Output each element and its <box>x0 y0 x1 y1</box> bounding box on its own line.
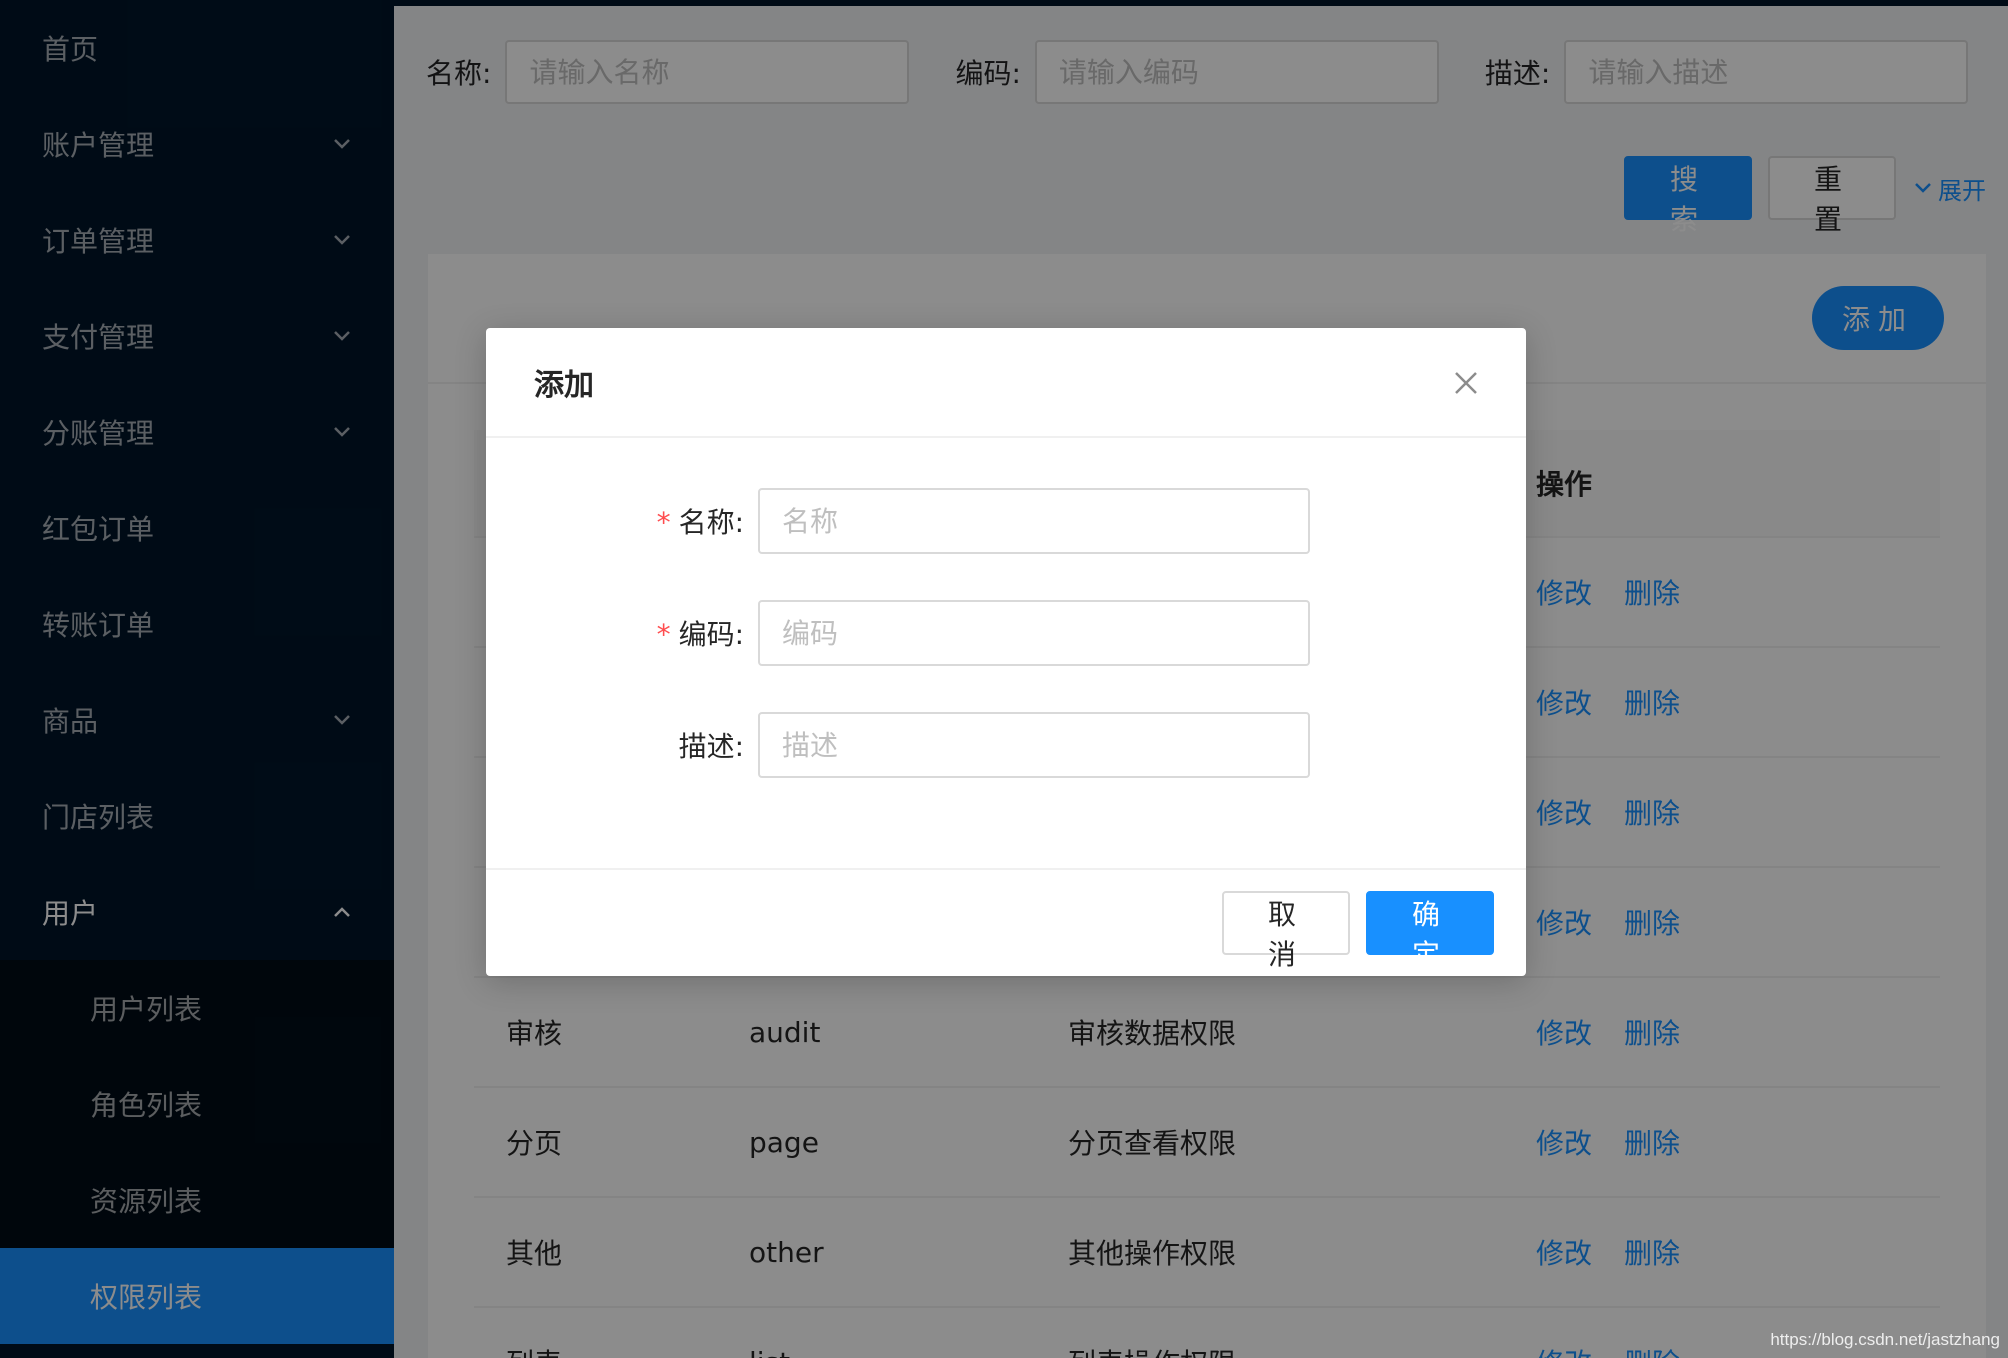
add-modal: 添加 *名称: *编码: 描述: 取消 确定 <box>486 328 1526 976</box>
ok-button[interactable]: 确定 <box>1366 891 1494 971</box>
modal-title: 添加 <box>534 368 594 403</box>
desc-field[interactable] <box>758 712 1310 778</box>
modal-body: *名称: *编码: 描述: <box>486 438 1526 868</box>
required-mark: * <box>656 506 671 539</box>
form-name-label: * 名称: <box>486 501 758 541</box>
form-code-label: * 编码: <box>486 613 758 653</box>
watermark-text: https://blog.csdn.net/jastzhang <box>1770 1330 2000 1349</box>
name-field[interactable] <box>758 488 1310 554</box>
app-root: 首页 账户管理 订单管理 支付管理 分账管理 红包订单 转账订单 商品 门店列表… <box>0 0 2008 1358</box>
form-row-code: * 编码: <box>486 600 1526 666</box>
close-icon[interactable] <box>1446 363 1486 403</box>
form-row-name: * 名称: <box>486 488 1526 554</box>
code-field[interactable] <box>758 600 1310 666</box>
form-name-label-text: 名称: <box>678 506 744 539</box>
modal-header: 添加 <box>486 328 1526 438</box>
form-code-label-text: 编码: <box>678 618 744 651</box>
form-desc-label: 描述: <box>678 730 744 763</box>
cancel-button[interactable]: 取消 <box>1222 891 1350 971</box>
modal-footer: 取消 确定 <box>486 868 1526 976</box>
required-mark: * <box>656 618 671 651</box>
form-row-desc: 描述: <box>486 712 1526 778</box>
